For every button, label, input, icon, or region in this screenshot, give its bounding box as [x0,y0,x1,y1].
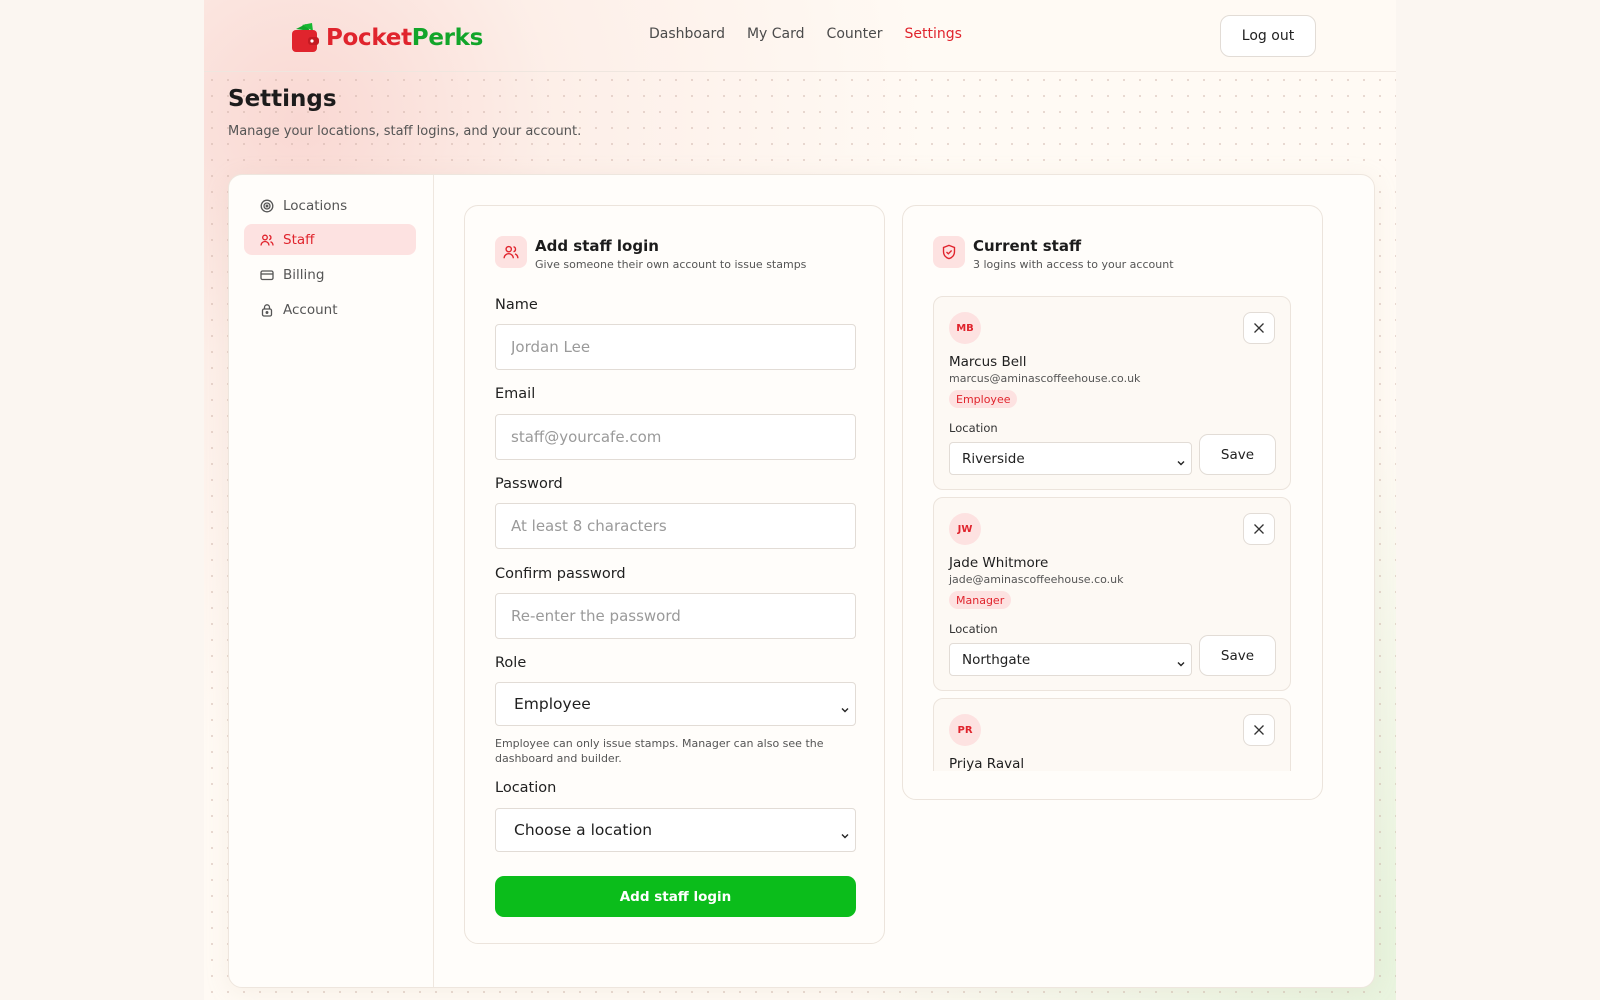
location-select[interactable]: Choose a location [495,808,856,852]
location-label: Location [495,780,557,796]
name-input[interactable] [495,324,856,370]
location-select-value: Choose a location [514,821,653,839]
current-staff-subtitle: 3 logins with access to your account [973,258,1174,271]
role-label: Role [495,655,527,671]
page-subtitle: Manage your locations, staff logins, and… [228,124,582,139]
role-badge: Employee [949,390,1018,408]
users-icon [260,233,274,247]
save-location-button[interactable]: Save [1199,635,1276,676]
role-hint: Employee can only issue stamps. Manager … [495,737,824,765]
credit-card-icon [260,268,274,282]
sidebar-item-label: Staff [283,231,315,248]
page: PocketPerks Dashboard My Card Counter Se… [204,0,1396,1000]
main-nav: Dashboard My Card Counter Settings [649,26,962,42]
staff-email: jade@aminascoffeehouse.co.uk [949,573,1124,586]
logout-button[interactable]: Log out [1220,15,1316,57]
nav-dashboard[interactable]: Dashboard [649,26,725,42]
save-location-button[interactable]: Save [1199,434,1276,475]
target-icon [260,199,274,213]
close-icon [1253,319,1265,338]
staff-location-select[interactable]: Northgate [949,643,1192,676]
brand-logo[interactable]: PocketPerks [290,20,483,56]
location-label: Location [949,622,998,636]
password-input[interactable] [495,503,856,549]
close-icon [1253,520,1265,539]
role-select[interactable]: Employee [495,682,856,726]
chevron-down-icon [1177,656,1185,666]
email-input[interactable] [495,414,856,460]
lock-icon [260,303,274,317]
brand-name: PocketPerks [326,25,484,51]
staff-location-value: Riverside [962,450,1025,467]
sidebar-item-locations[interactable]: Locations [244,190,416,221]
chevron-down-icon [841,700,849,713]
staff-name: Marcus Bell [949,354,1027,370]
avatar: MB [949,312,981,344]
sidebar-item-label: Locations [283,197,348,214]
remove-staff-button[interactable] [1243,714,1275,746]
sidebar-item-staff[interactable]: Staff [244,224,416,255]
sidebar-item-label: Account [283,301,338,318]
sidebar-item-account[interactable]: Account [244,294,416,325]
staff-member-card: MB Marcus Bell marcus@aminascoffeehouse.… [933,296,1291,490]
page-title: Settings [228,86,337,112]
staff-name: Jade Whitmore [949,555,1049,571]
confirm-password-input[interactable] [495,593,856,639]
remove-staff-button[interactable] [1243,312,1275,344]
add-staff-subtitle: Give someone their own account to issue … [535,258,807,271]
avatar: JW [949,513,981,545]
add-staff-login-button[interactable]: Add staff login [495,876,856,917]
sidebar-item-label: Billing [283,266,325,283]
top-header: PocketPerks Dashboard My Card Counter Se… [204,0,1396,72]
staff-list: MB Marcus Bell marcus@aminascoffeehouse.… [933,296,1291,771]
staff-member-card: PR Priya Raval [933,698,1291,771]
sidebar-item-billing[interactable]: Billing [244,259,416,290]
staff-location-select[interactable]: Riverside [949,442,1192,475]
remove-staff-button[interactable] [1243,513,1275,545]
staff-name: Priya Raval [949,756,1025,771]
confirm-password-label: Confirm password [495,566,626,582]
close-icon [1253,721,1265,740]
password-label: Password [495,476,563,492]
staff-email: marcus@aminascoffeehouse.co.uk [949,372,1141,385]
current-staff-title: Current staff [973,237,1082,255]
staff-member-card: JW Jade Whitmore jade@aminascoffeehouse.… [933,497,1291,691]
nav-my-card[interactable]: My Card [747,26,805,42]
settings-panel: Locations Staff Billing Account Add staf… [228,174,1375,988]
add-staff-title: Add staff login [535,237,659,255]
add-staff-card: Add staff login Give someone their own a… [464,205,885,944]
role-select-value: Employee [514,695,591,713]
shield-check-icon [933,236,965,268]
avatar: PR [949,714,981,746]
email-label: Email [495,386,536,402]
nav-settings[interactable]: Settings [905,26,962,42]
settings-sidebar: Locations Staff Billing Account [229,175,434,987]
staff-location-value: Northgate [962,651,1031,668]
current-staff-card: Current staff 3 logins with access to yo… [902,205,1323,800]
users-icon [495,236,527,268]
chevron-down-icon [1177,455,1185,465]
chevron-down-icon [841,826,849,839]
location-label: Location [949,421,998,435]
role-badge: Manager [949,591,1012,609]
wallet-icon [290,22,320,54]
nav-counter[interactable]: Counter [827,26,883,42]
name-label: Name [495,297,538,313]
